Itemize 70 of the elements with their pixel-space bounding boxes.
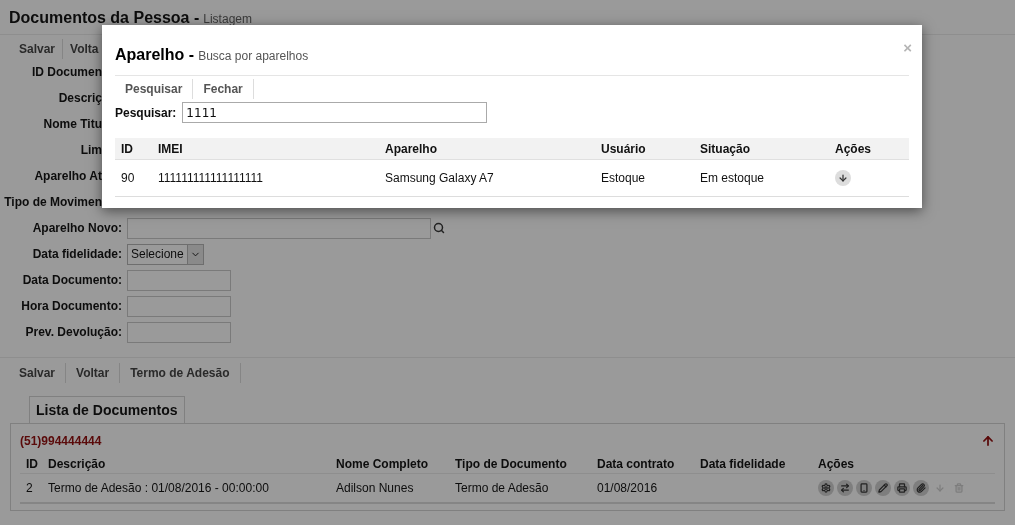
search-field[interactable]: 1111 — [182, 102, 488, 123]
form-label: Aparelho Novo: — [31, 220, 123, 237]
form-label: Data fidelidade: — [31, 246, 123, 263]
form-label: Lim — [80, 142, 102, 159]
gear-icon — [821, 483, 831, 493]
paperclip-button[interactable] — [913, 480, 929, 496]
column-header: Nome Completo — [330, 454, 449, 474]
pencil-icon — [878, 483, 888, 493]
form-label: Tipo de Movimen — [4, 194, 102, 211]
table-cell: Estoque — [595, 160, 694, 197]
toolbar-button[interactable]: Pesquisar — [115, 79, 194, 99]
column-header: Data contrato — [591, 454, 694, 474]
table-cell: Samsung Galaxy A7 — [379, 160, 595, 197]
input-field[interactable] — [127, 295, 231, 317]
search-label: Pesquisar: — [115, 104, 177, 122]
download-icon — [935, 483, 945, 493]
form-label: Descriç — [58, 90, 102, 107]
phone-icon — [859, 483, 869, 493]
printer-icon — [897, 483, 907, 493]
table-cell: 2 — [20, 474, 42, 504]
table-cell: 111111111111111111 — [152, 160, 379, 197]
search-icon — [433, 222, 445, 234]
input-field[interactable] — [127, 321, 231, 343]
column-header: Tipo de Documento — [449, 454, 591, 474]
column-header: IMEI — [152, 138, 379, 160]
form-label: Data Documento: — [21, 272, 123, 289]
form-label: Aparelho At — [34, 168, 102, 185]
trash-icon — [954, 483, 964, 493]
download-button[interactable] — [835, 170, 851, 186]
column-header: Ações — [829, 138, 909, 160]
toolbar-button[interactable]: Voltar — [66, 363, 121, 383]
swap-button[interactable] — [837, 480, 853, 496]
table-cell: 01/08/2016 — [591, 474, 694, 504]
column-header: Data fidelidade — [694, 454, 812, 474]
column-header: ID — [20, 454, 42, 474]
table-cell: 90 — [115, 160, 152, 197]
gear-button[interactable] — [818, 480, 834, 496]
form-label: Prev. Devolução: — [24, 324, 123, 341]
table-cell: Em estoque — [694, 160, 829, 197]
column-header: ID — [115, 138, 152, 160]
column-header: Descrição — [42, 454, 330, 474]
swap-icon — [840, 483, 850, 493]
page-subtitle: Listagem — [203, 11, 252, 28]
table-cell: Termo de Adesão — [449, 474, 591, 504]
input-field[interactable] — [127, 217, 431, 239]
input-field[interactable] — [127, 269, 231, 291]
column-header: Situação — [694, 138, 829, 160]
form-label: Hora Documento: — [20, 298, 123, 315]
phone-number: (51)994444444 — [20, 433, 102, 450]
dialog-subtitle: Busca por aparelhos — [198, 48, 309, 65]
table-cell: Adilson Nunes — [330, 474, 449, 504]
form-label: Nome Titu — [43, 116, 102, 133]
pencil-button[interactable] — [875, 480, 891, 496]
printer-button[interactable] — [894, 480, 910, 496]
select-field[interactable]: Selecione — [127, 243, 204, 265]
toolbar-button[interactable]: Fechar — [193, 79, 254, 99]
table-cell: Termo de Adesão : 01/08/2016 - 00:00:00 — [42, 474, 330, 504]
tab[interactable]: Lista de Documentos — [29, 396, 185, 423]
download-icon — [838, 173, 848, 183]
toolbar-button[interactable]: Salvar — [12, 39, 64, 59]
column-header: Ações — [812, 454, 995, 474]
dialog-title: Aparelho - — [115, 45, 195, 65]
column-header: Aparelho — [379, 138, 595, 160]
form-label: ID Documen — [32, 64, 102, 81]
toolbar-button[interactable]: Salvar — [9, 363, 67, 383]
paperclip-icon — [916, 483, 926, 493]
page-title: Documentos da Pessoa - — [9, 8, 200, 28]
column-header: Usuário — [595, 138, 694, 160]
phone-button[interactable] — [856, 480, 872, 496]
toolbar-button[interactable]: Termo de Adesão — [120, 363, 241, 383]
